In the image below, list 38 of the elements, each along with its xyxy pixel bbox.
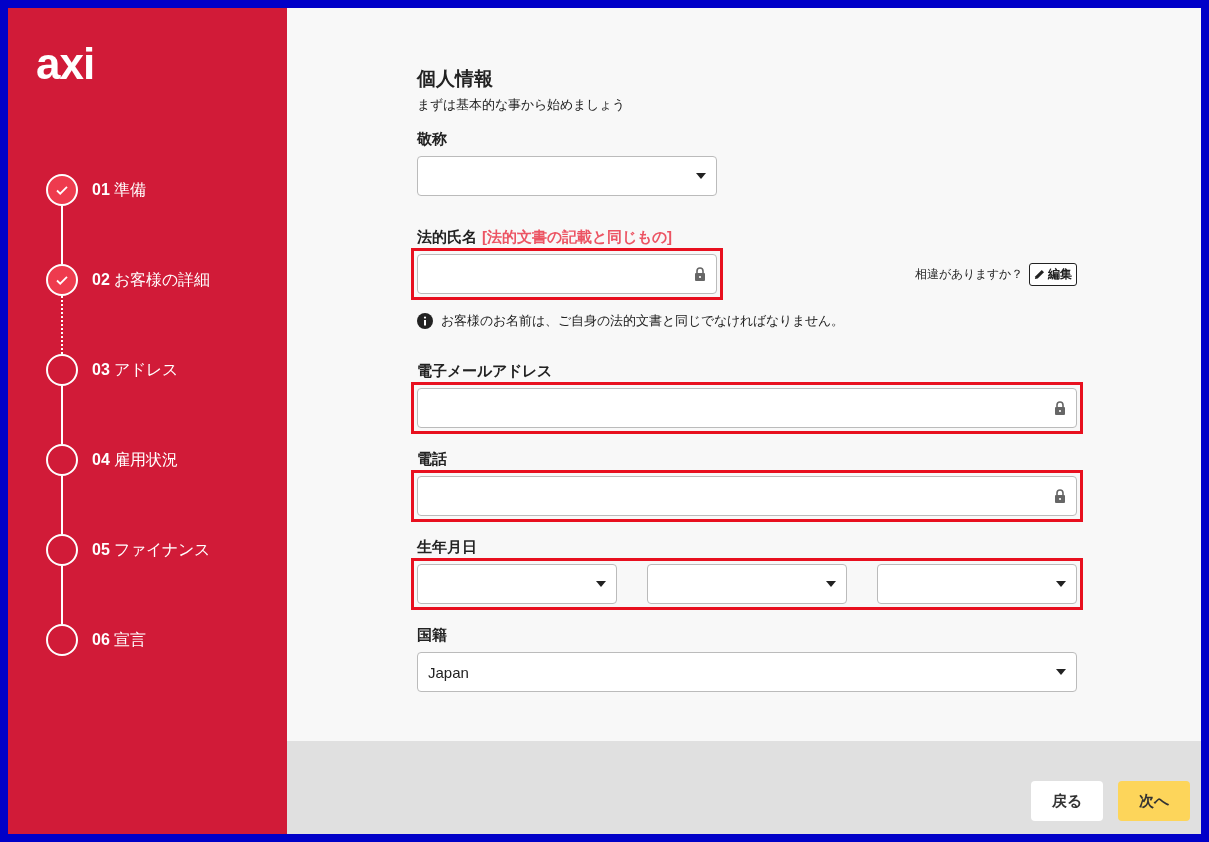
section-heading: 個人情報 bbox=[417, 67, 494, 91]
field-label: 生年月日 bbox=[417, 538, 478, 557]
input-field[interactable] bbox=[417, 388, 1077, 428]
next-button[interactable]: 次へ bbox=[1118, 781, 1190, 821]
select-field[interactable] bbox=[647, 564, 847, 604]
field-label: 電子メールアドレス bbox=[417, 362, 553, 381]
select-field[interactable] bbox=[877, 564, 1077, 604]
lock-icon bbox=[1054, 401, 1066, 415]
field-label: 国籍 bbox=[417, 626, 448, 645]
edit-button[interactable]: 編集 bbox=[1029, 262, 1077, 286]
caret-icon bbox=[1056, 581, 1066, 587]
input-field[interactable] bbox=[417, 254, 717, 294]
step-label: 01 準備 bbox=[92, 179, 147, 200]
select-field[interactable] bbox=[417, 156, 717, 196]
pencil-icon bbox=[1034, 268, 1045, 280]
input-field[interactable] bbox=[417, 476, 1077, 516]
caret-icon bbox=[1056, 669, 1066, 675]
select-field[interactable]: Japan bbox=[417, 652, 1077, 692]
caret-icon bbox=[696, 173, 706, 179]
step-label: 06 宣言 bbox=[92, 629, 147, 650]
logo: axi bbox=[36, 42, 96, 90]
section-subheading: まずは基本的な事から始めましょう bbox=[417, 96, 626, 114]
lock-icon bbox=[694, 267, 706, 281]
caret-icon bbox=[596, 581, 606, 587]
step-label: 05 ファイナンス bbox=[92, 539, 211, 560]
back-button[interactable]: 戻る bbox=[1031, 781, 1103, 821]
info-icon bbox=[417, 313, 433, 329]
field-label: 敬称 bbox=[417, 130, 448, 149]
step-label: 04 雇用状況 bbox=[92, 449, 179, 470]
hint-text: お客様のお名前は、ご自身の法的文書と同じでなければなりません。 bbox=[441, 312, 844, 330]
caret-icon bbox=[826, 581, 836, 587]
lock-icon bbox=[1054, 489, 1066, 503]
step-label: 02 お客様の詳細 bbox=[92, 269, 211, 290]
select-field[interactable] bbox=[417, 564, 617, 604]
field-label: 法的氏名 [法的文書の記載と同じもの] bbox=[417, 228, 673, 247]
step-label: 03 アドレス bbox=[92, 359, 179, 380]
mismatch-prompt: 相違がありますか？ bbox=[915, 265, 1023, 283]
field-label: 電話 bbox=[417, 450, 448, 469]
